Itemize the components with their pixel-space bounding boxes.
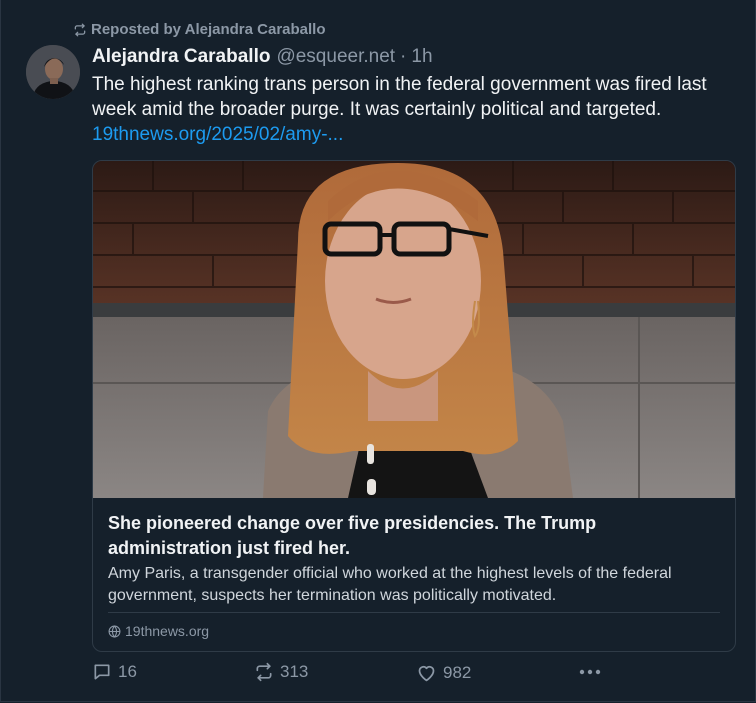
more-options-button[interactable]	[578, 662, 608, 682]
author-handle[interactable]: @esqueer.net	[276, 46, 395, 68]
repost-label: Reposted by Alejandra Caraballo	[91, 21, 326, 38]
like-button[interactable]: 982	[416, 662, 471, 683]
card-title[interactable]: She pioneered change over five presidenc…	[108, 511, 718, 561]
author-name[interactable]: Alejandra Caraballo	[92, 46, 270, 68]
post-header: Alejandra Caraballo @esqueer.net · 1h	[92, 46, 433, 68]
card-divider	[108, 612, 720, 613]
header-separator: ·	[400, 46, 407, 67]
avatar-image	[26, 45, 80, 99]
repost-button[interactable]: 313	[254, 662, 308, 682]
post-body: The highest ranking trans person in the …	[92, 72, 742, 147]
card-source-domain: 19thnews.org	[125, 623, 210, 639]
post-text: The highest ranking trans person in the …	[92, 74, 707, 120]
repost-indicator[interactable]: Reposted by Alejandra Caraballo	[73, 21, 326, 38]
repost-icon	[256, 662, 272, 682]
avatar[interactable]	[26, 45, 80, 99]
heart-icon	[418, 665, 435, 682]
post-timestamp[interactable]: 1h	[411, 46, 432, 68]
card-image[interactable]	[93, 161, 735, 498]
post-actions: 16 313 982	[92, 662, 612, 688]
reply-count: 16	[118, 662, 137, 681]
more-icon	[579, 669, 601, 675]
reply-button[interactable]: 16	[92, 662, 137, 682]
repost-icon	[74, 23, 86, 36]
card-source: 19thnews.org	[108, 623, 209, 639]
repost-count: 313	[280, 662, 309, 681]
post-container: Reposted by Alejandra Caraballo Alejandr…	[0, 0, 756, 702]
reply-icon	[94, 664, 110, 680]
globe-icon	[108, 624, 121, 638]
post-link[interactable]: 19thnews.org/2025/02/amy-...	[92, 122, 742, 147]
link-preview-card[interactable]: She pioneered change over five presidenc…	[92, 160, 736, 652]
card-description: Amy Paris, a transgender official who wo…	[108, 565, 672, 604]
like-count: 982	[443, 662, 472, 682]
